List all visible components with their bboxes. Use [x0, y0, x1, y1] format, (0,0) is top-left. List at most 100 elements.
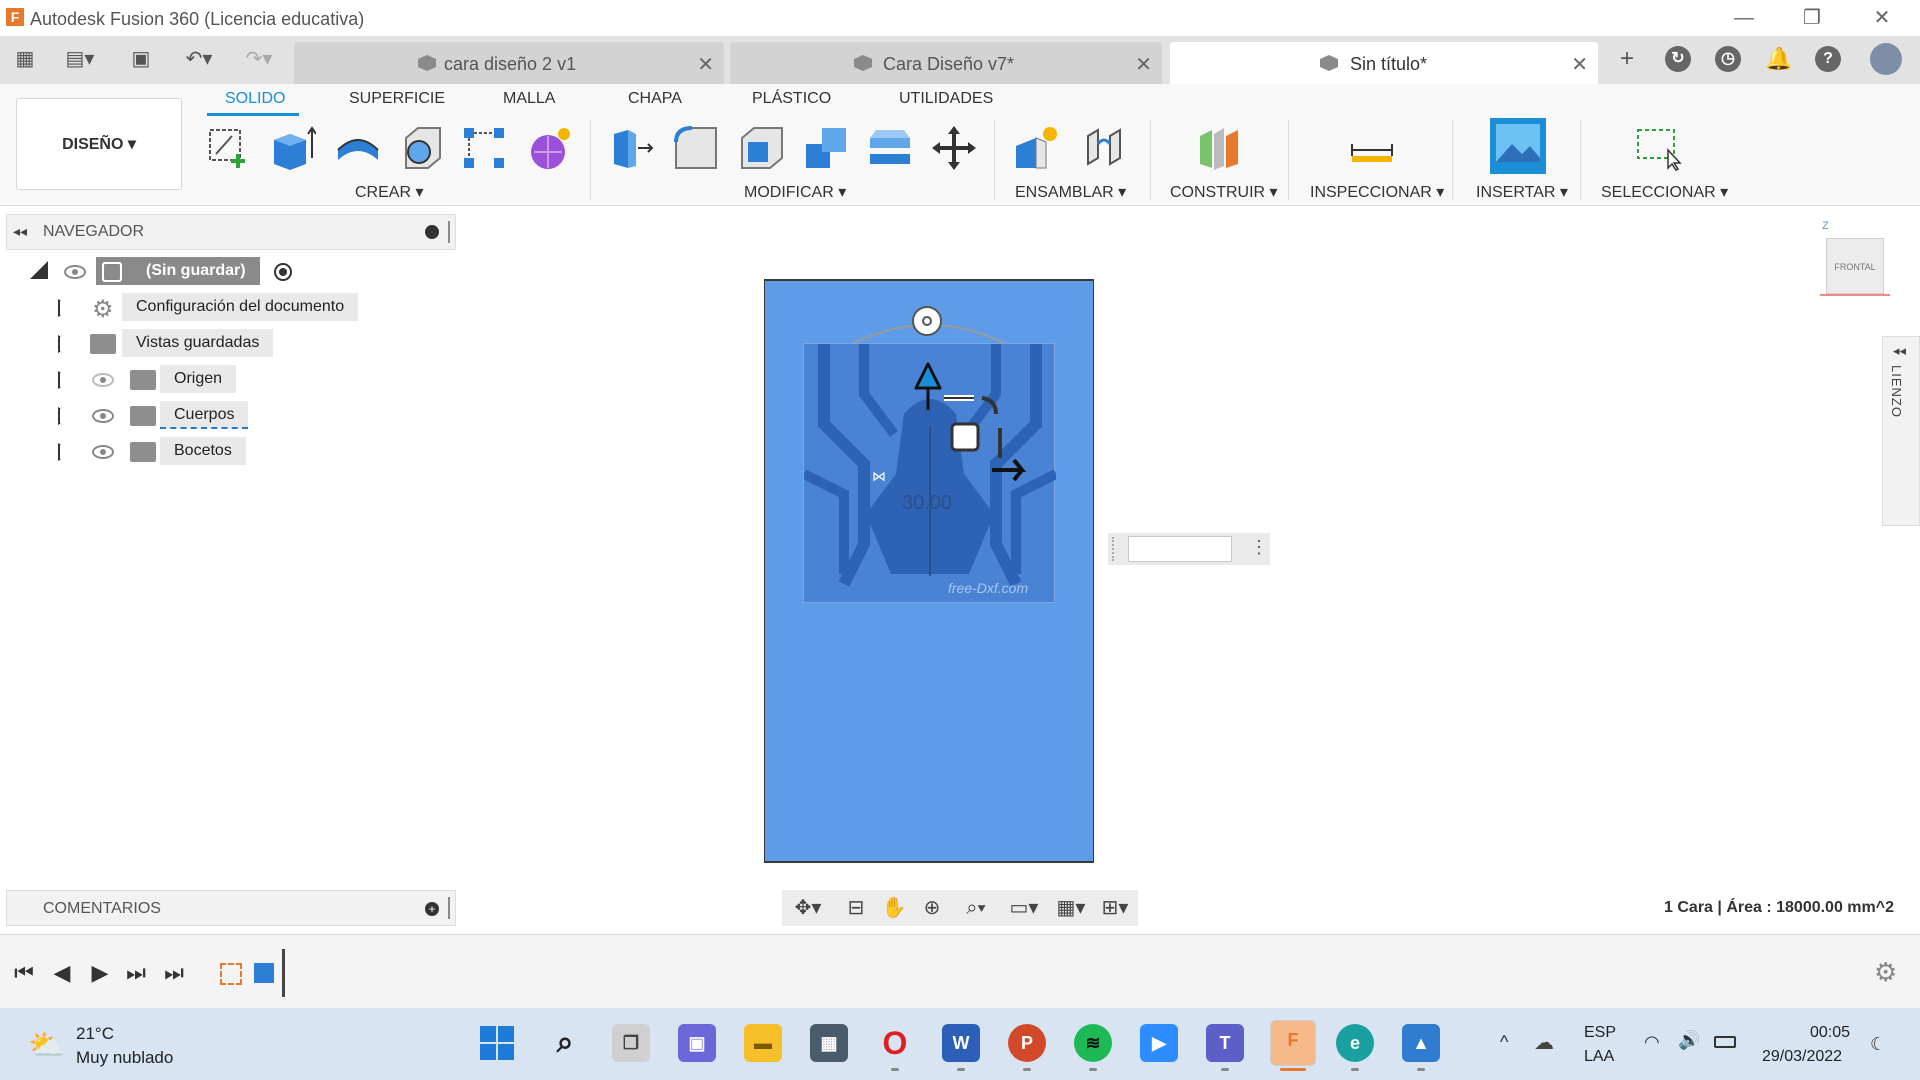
- start-button[interactable]: [478, 1024, 516, 1062]
- shell-icon[interactable]: [738, 124, 786, 172]
- help-icon[interactable]: ?: [1815, 46, 1841, 72]
- tab-utilidades[interactable]: UTILIDADES: [899, 90, 993, 108]
- tab-cara-diseno-2[interactable]: cara diseño 2 v1 ✕: [294, 42, 724, 84]
- keyboard-layout[interactable]: LAA: [1584, 1048, 1614, 1066]
- tree-item-label[interactable]: Configuración del documento: [122, 293, 359, 321]
- press-pull-icon[interactable]: [608, 124, 656, 172]
- onedrive-cloud-icon[interactable]: ☁: [1534, 1030, 1554, 1055]
- revolve-icon[interactable]: [334, 124, 382, 172]
- tree-row-bodies[interactable]: Cuerpos: [0, 401, 300, 431]
- chat-icon[interactable]: ▣: [678, 1024, 716, 1062]
- word-icon[interactable]: W: [942, 1024, 980, 1062]
- insert-image-icon[interactable]: [1490, 118, 1546, 174]
- timeline-marker[interactable]: [282, 949, 285, 997]
- tree-row-settings[interactable]: ⚙ Configuración del documento: [0, 293, 360, 323]
- tree-row-saved-views[interactable]: Vistas guardadas: [0, 329, 300, 359]
- go-to-start-icon[interactable]: ⏮: [12, 961, 36, 985]
- expand-triangle-icon[interactable]: [58, 443, 72, 461]
- create-sketch-icon[interactable]: [204, 124, 252, 172]
- group-modificar[interactable]: MODIFICAR ▾: [744, 182, 846, 202]
- extensions-icon[interactable]: ↻: [1665, 46, 1691, 72]
- pan-icon[interactable]: ✋: [880, 896, 908, 920]
- group-ensamblar[interactable]: ENSAMBLAR ▾: [1015, 182, 1126, 202]
- file-explorer-icon[interactable]: ▬: [744, 1024, 782, 1062]
- fillet-icon[interactable]: [672, 124, 720, 172]
- visibility-eye-icon[interactable]: [92, 409, 114, 423]
- activate-radio-icon[interactable]: [274, 263, 292, 281]
- focus-assist-moon-icon[interactable]: ☾: [1870, 1034, 1886, 1055]
- select-window-icon[interactable]: [1634, 124, 1682, 172]
- teams-icon[interactable]: T: [1206, 1024, 1244, 1062]
- wifi-icon[interactable]: ◠: [1644, 1032, 1660, 1053]
- clock-time[interactable]: 00:05: [1810, 1024, 1850, 1042]
- fusion-360-taskbar-icon[interactable]: F: [1270, 1020, 1316, 1066]
- hole-icon[interactable]: [398, 124, 446, 172]
- zoom-icon[interactable]: ⊕: [918, 896, 946, 920]
- spotify-icon[interactable]: ≋: [1074, 1024, 1112, 1062]
- joint-icon[interactable]: [1080, 124, 1128, 172]
- close-tab-icon[interactable]: ✕: [697, 52, 714, 77]
- group-crear[interactable]: CREAR ▾: [355, 182, 423, 202]
- canvas-side-panel[interactable]: ◂◂ LIENZO: [1882, 336, 1920, 526]
- edge-icon[interactable]: e: [1336, 1024, 1374, 1062]
- measure-icon[interactable]: [1348, 124, 1396, 172]
- tree-item-label[interactable]: Origen: [160, 365, 237, 393]
- redo-icon[interactable]: ↷▾: [236, 46, 282, 72]
- look-at-icon[interactable]: ⊟: [842, 896, 870, 920]
- expand-root-icon[interactable]: [30, 261, 48, 279]
- grid-menu-icon[interactable]: ▦: [10, 46, 40, 72]
- rotate-handle[interactable]: [912, 306, 942, 336]
- timeline-settings-gear-icon[interactable]: ⚙: [1874, 957, 1897, 988]
- more-options-icon[interactable]: ⋮: [1250, 537, 1268, 558]
- move-manipulator[interactable]: [900, 358, 1040, 498]
- group-inspeccionar[interactable]: INSPECCIONAR ▾: [1310, 182, 1444, 202]
- offset-plane-icon[interactable]: [1196, 124, 1244, 172]
- combine-icon[interactable]: [802, 124, 850, 172]
- expand-triangle-icon[interactable]: [58, 335, 72, 353]
- language-code[interactable]: ESP: [1584, 1024, 1616, 1042]
- expand-triangle-icon[interactable]: [58, 371, 72, 389]
- viewports-icon[interactable]: ⊞▾: [1094, 896, 1136, 920]
- close-window-button[interactable]: ✕: [1860, 4, 1904, 32]
- photos-icon[interactable]: ▲: [1402, 1024, 1440, 1062]
- battery-icon[interactable]: [1714, 1036, 1736, 1048]
- create-form-icon[interactable]: [526, 124, 574, 172]
- step-back-icon[interactable]: ◀: [50, 961, 74, 985]
- add-comment-icon[interactable]: +: [425, 902, 439, 916]
- volume-icon[interactable]: 🔊: [1678, 1030, 1700, 1051]
- tab-chapa[interactable]: CHAPA: [628, 90, 682, 108]
- hidden-eye-icon[interactable]: [92, 373, 114, 387]
- move-copy-icon[interactable]: [930, 124, 978, 172]
- timeline-canvas-feature-icon[interactable]: [254, 963, 274, 983]
- restore-button[interactable]: ❐: [1790, 4, 1834, 32]
- close-tab-icon[interactable]: ✕: [1571, 52, 1588, 77]
- panel-resize-handle[interactable]: [448, 221, 450, 243]
- opera-icon[interactable]: O: [876, 1024, 914, 1062]
- expand-triangle-icon[interactable]: [58, 299, 72, 317]
- zoom-app-icon[interactable]: ▶: [1140, 1024, 1178, 1062]
- powerpoint-icon[interactable]: P: [1008, 1024, 1046, 1062]
- tree-item-label[interactable]: Bocetos: [160, 437, 246, 465]
- tree-item-label[interactable]: Vistas guardadas: [122, 329, 274, 357]
- search-icon[interactable]: ⌕: [546, 1024, 584, 1062]
- weather-description[interactable]: Muy nublado: [76, 1048, 173, 1068]
- weather-temperature[interactable]: 21°C: [76, 1024, 114, 1044]
- new-component-icon[interactable]: [1012, 124, 1060, 172]
- visibility-eye-icon[interactable]: [64, 265, 86, 279]
- tab-cara-diseno-v7[interactable]: Cara Diseño v7* ✕: [730, 42, 1162, 84]
- display-settings-icon[interactable]: ▭▾: [1002, 896, 1046, 920]
- expand-triangle-icon[interactable]: [58, 407, 72, 425]
- panel-options-icon[interactable]: [425, 225, 439, 239]
- grid-settings-icon[interactable]: ▦▾: [1050, 896, 1092, 920]
- workspace-switcher[interactable]: DISEÑO ▾: [16, 98, 182, 190]
- tree-root-row[interactable]: (Sin guardar): [28, 257, 308, 287]
- step-forward-icon[interactable]: ⏭: [124, 961, 148, 985]
- play-icon[interactable]: ▶: [88, 961, 112, 985]
- show-hidden-icons-chevron-icon[interactable]: ^: [1500, 1032, 1508, 1053]
- visibility-eye-icon[interactable]: [92, 445, 114, 459]
- collapse-panel-icon[interactable]: ◂◂: [13, 223, 27, 240]
- timeline-sketch-feature-icon[interactable]: [220, 963, 242, 985]
- tree-item-label[interactable]: Cuerpos: [160, 401, 249, 429]
- tab-sin-titulo[interactable]: Sin título* ✕: [1170, 42, 1598, 84]
- minimize-button[interactable]: —: [1722, 4, 1766, 32]
